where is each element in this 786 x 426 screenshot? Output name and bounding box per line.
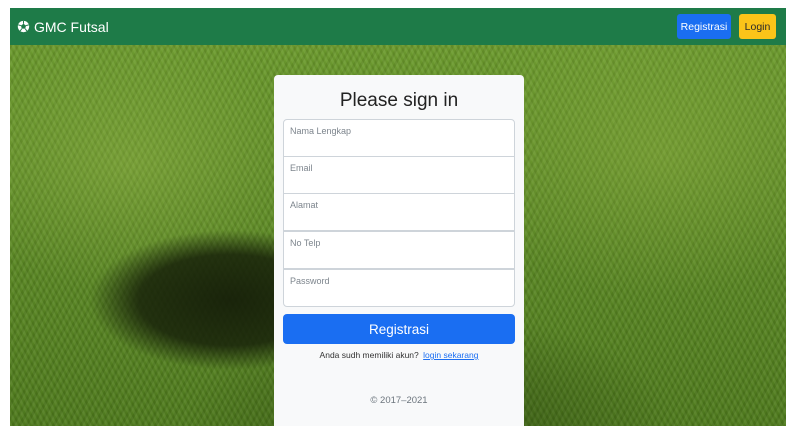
copyright-text: © 2017–2021: [370, 395, 428, 406]
password-field[interactable]: [283, 269, 515, 307]
form-title: Please sign in: [339, 90, 459, 111]
phone-field[interactable]: [283, 231, 515, 269]
address-field[interactable]: [283, 193, 515, 231]
login-hint: Anda sudh memiliki akun? login sekarang: [274, 350, 524, 360]
soccer-ball-icon: [17, 20, 30, 33]
signin-panel: Please sign in Registrasi Anda sudh memi…: [274, 75, 524, 426]
app-frame: GMC Futsal Registrasi Login Please sign …: [10, 8, 786, 426]
register-nav-button[interactable]: Registrasi: [677, 14, 731, 39]
register-submit-button[interactable]: Registrasi: [283, 314, 515, 344]
brand[interactable]: GMC Futsal: [17, 19, 109, 35]
login-now-link[interactable]: login sekarang: [423, 350, 478, 360]
login-nav-button[interactable]: Login: [739, 14, 776, 39]
email-field[interactable]: [283, 156, 515, 194]
navbar: GMC Futsal Registrasi Login: [10, 8, 786, 45]
brand-name: GMC Futsal: [34, 18, 109, 35]
full-name-field[interactable]: [283, 119, 515, 157]
login-hint-text: Anda sudh memiliki akun?: [319, 350, 419, 360]
